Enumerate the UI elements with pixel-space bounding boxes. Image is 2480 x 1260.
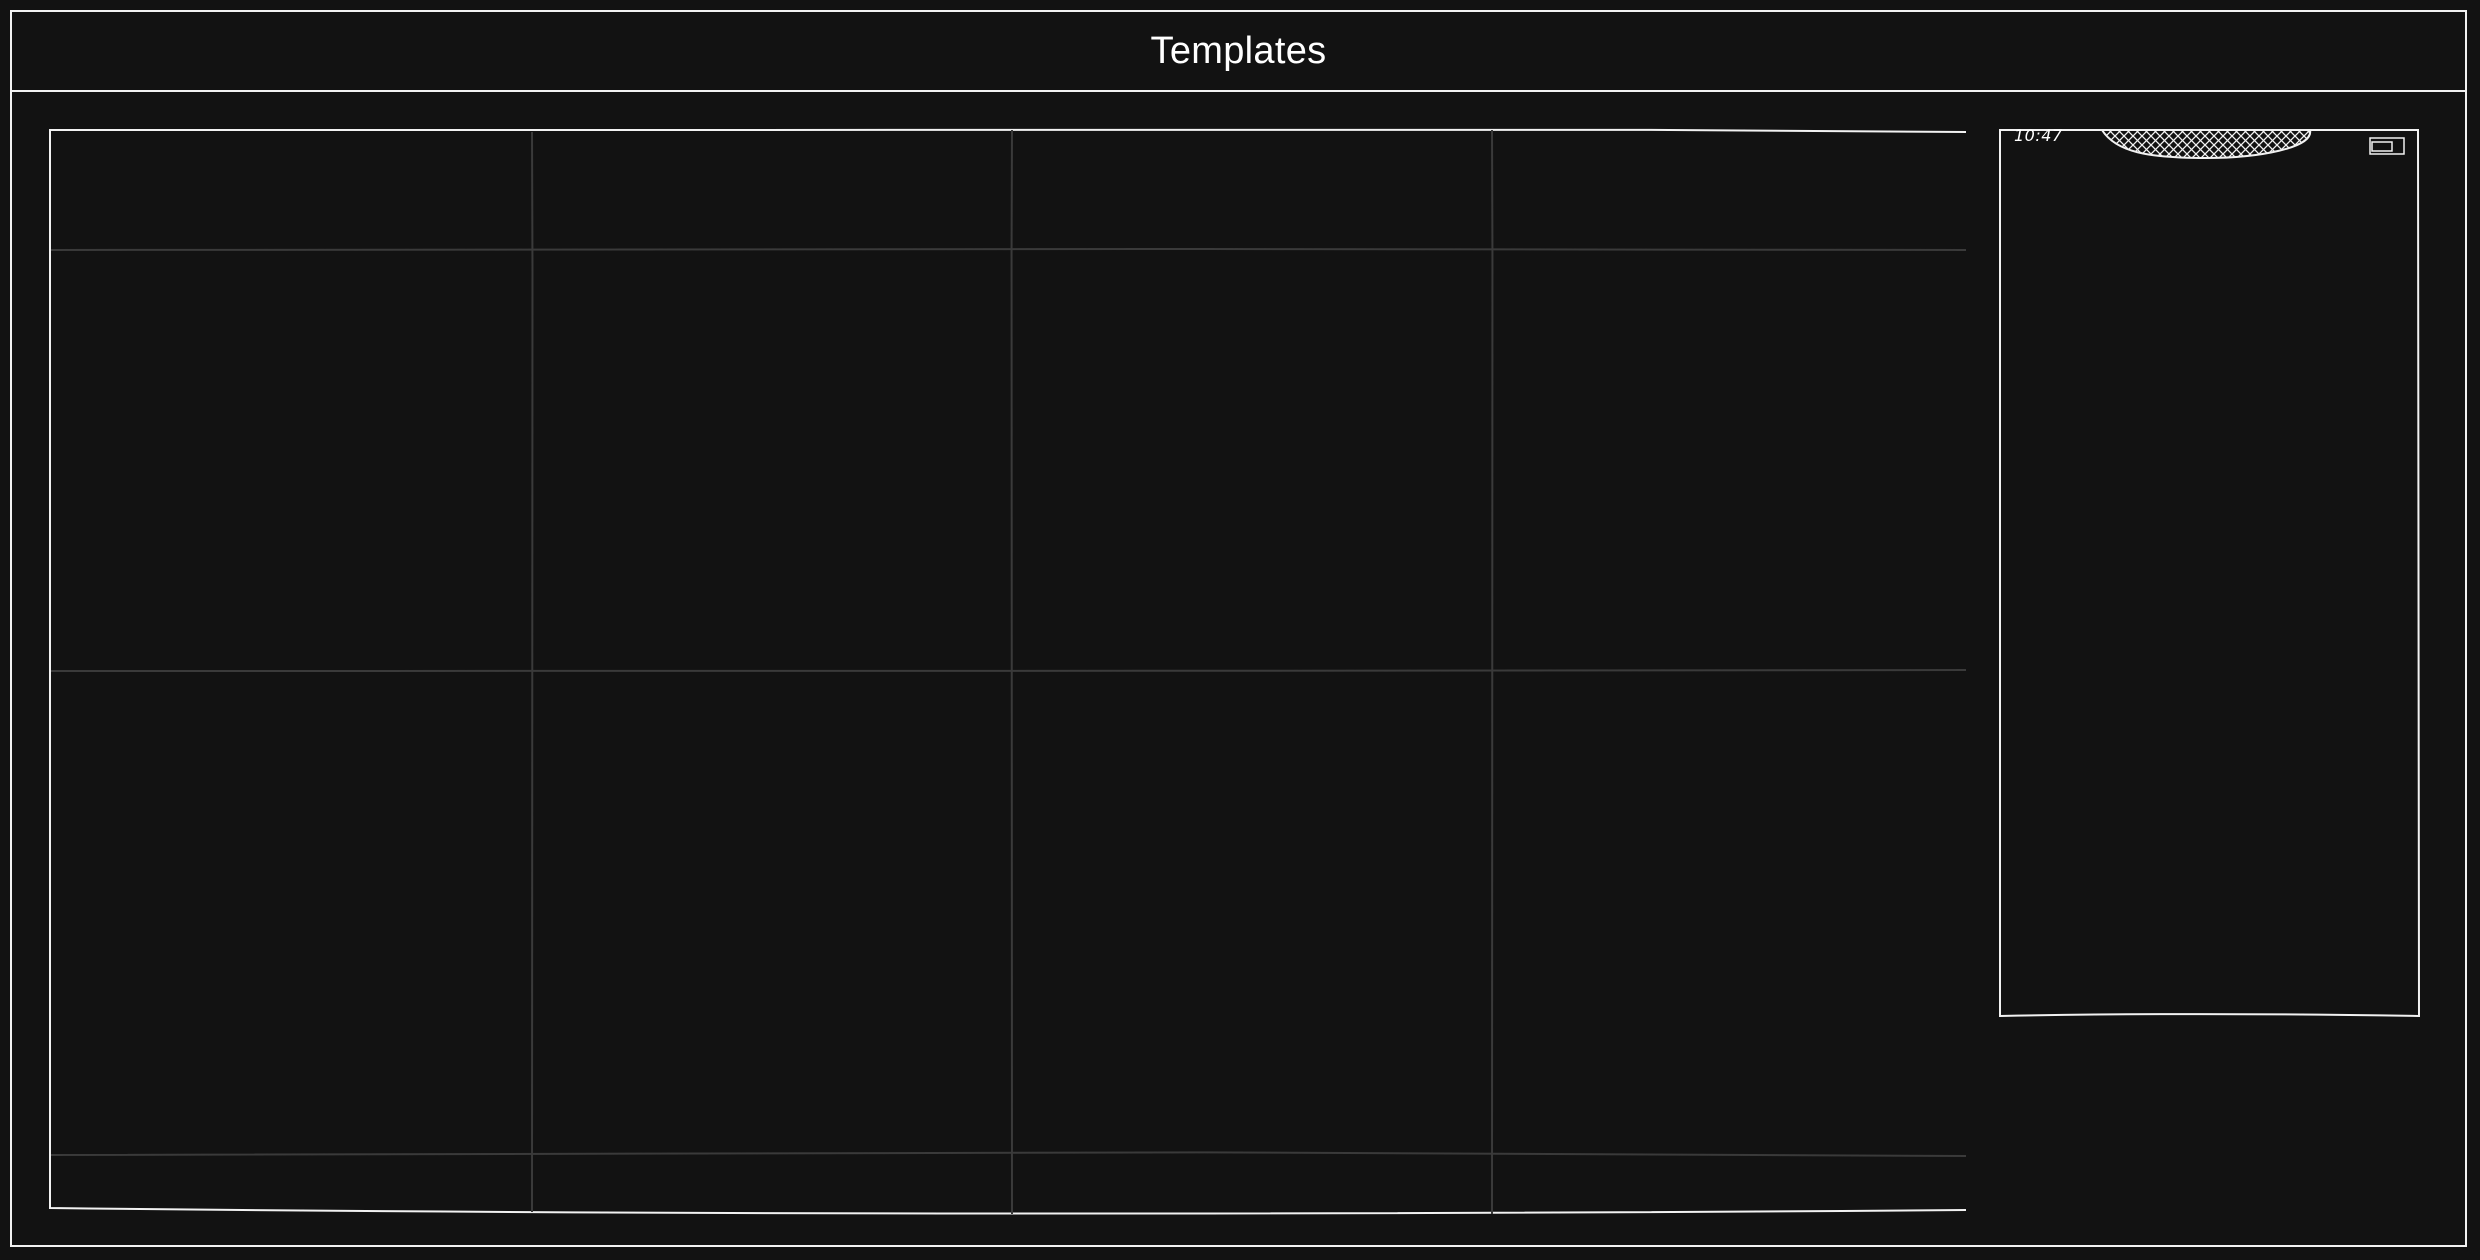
- mobile-preview: 10:47: [1998, 118, 2420, 1020]
- template-grid-drawing: [48, 127, 1966, 1215]
- status-bar-time: 10:47: [2014, 126, 2063, 145]
- grid-column-divider-1: [530, 131, 534, 1213]
- grid-footer-band-line: [50, 1151, 1966, 1157]
- battery-icon: [2369, 137, 2405, 155]
- grid-column-divider-3: [1490, 129, 1494, 1215]
- phone-outline: [1999, 129, 2420, 1018]
- template-grid-canvas[interactable]: [40, 118, 1966, 1215]
- notch-icon: [2100, 129, 2312, 160]
- page-title: Templates: [1150, 29, 1327, 72]
- grid-header-band-line: [50, 247, 1966, 251]
- header-bar: Templates: [12, 12, 2465, 92]
- grid-column-divider-2: [1010, 129, 1014, 1215]
- grid-row-divider: [50, 669, 1966, 672]
- mobile-preview-frame: [1999, 129, 2420, 1018]
